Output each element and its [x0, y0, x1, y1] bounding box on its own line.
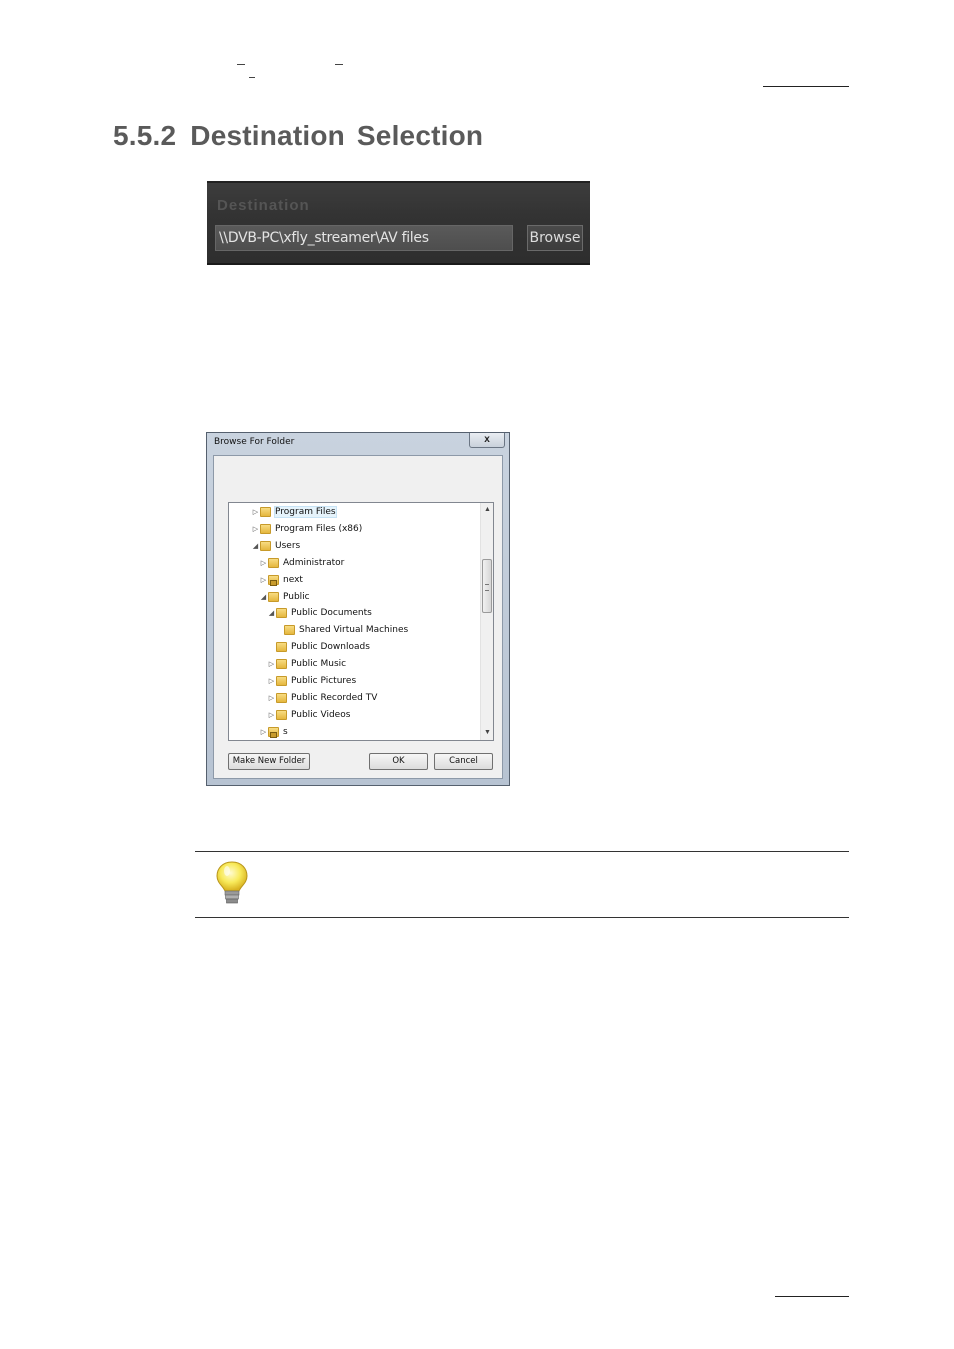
expand-arrow-icon[interactable]: ▷ — [267, 656, 276, 672]
tree-item[interactable]: ▷ Program Files — [251, 504, 337, 520]
folder-icon — [260, 523, 271, 534]
tree-item-label: Shared Virtual Machines — [299, 625, 409, 636]
folder-icon — [260, 507, 271, 517]
folder-icon — [284, 625, 295, 636]
folder-icon — [276, 709, 287, 720]
tree-item[interactable]: ▷ Administrator — [259, 555, 344, 571]
section-heading: 5.5.2 Destination Selection — [113, 120, 483, 152]
expand-arrow-icon[interactable]: ▷ — [259, 555, 268, 571]
grip-icon — [485, 584, 489, 591]
lightbulb-icon — [216, 861, 248, 904]
locked-folder-icon — [268, 726, 279, 738]
tree-item-label: Public Pictures — [291, 676, 357, 686]
scroll-up-icon[interactable]: ▲ — [481, 503, 493, 517]
destination-label: Destination — [217, 197, 310, 214]
ok-button[interactable]: OK — [369, 753, 428, 770]
tree-item[interactable]: ▷ Program Files (x86) — [251, 521, 362, 537]
locked-folder-icon — [268, 574, 279, 586]
tree-item[interactable]: ▷ s — [259, 724, 288, 740]
header-mark — [237, 64, 245, 65]
tree-item[interactable]: Public Downloads — [267, 639, 370, 655]
tree-item-label: Public Music — [291, 659, 347, 670]
scroll-thumb[interactable] — [482, 559, 492, 613]
tree-item-label: Program Files (x86) — [275, 523, 363, 534]
tree-item-label: Program Files — [274, 506, 337, 518]
tree-item-label: Public Downloads — [291, 642, 370, 653]
tree-item-label: Public Documents — [291, 608, 372, 619]
tree-item[interactable]: ◢ Public Documents — [267, 605, 372, 621]
folder-icon — [260, 540, 271, 551]
tree-item-label: Users — [275, 540, 301, 551]
folder-icon — [268, 557, 279, 568]
tree-scrollbar[interactable]: ▲ ▼ — [480, 503, 493, 740]
scroll-down-icon[interactable]: ▼ — [481, 726, 493, 740]
tree-item[interactable]: ▷ Public Recorded TV — [267, 690, 377, 706]
expand-arrow-icon[interactable]: ▷ — [267, 707, 276, 723]
section-title: Destination Selection — [190, 120, 484, 151]
collapse-arrow-icon[interactable]: ◢ — [259, 589, 268, 605]
expand-arrow-icon[interactable]: ▷ — [267, 673, 276, 689]
cancel-button[interactable]: Cancel — [434, 753, 493, 770]
expand-arrow-icon[interactable]: ▷ — [251, 521, 260, 537]
tip-rule-top — [195, 851, 849, 852]
folder-tree[interactable]: ▷ Program Files ▷ Program Files (x86) ◢ Users… — [228, 502, 494, 741]
tree-item[interactable]: ▷ Public Videos — [267, 707, 350, 723]
footer-rule — [775, 1296, 849, 1297]
expand-arrow-icon[interactable]: ▷ — [259, 572, 268, 588]
tree-item-label: Administrator — [283, 557, 345, 568]
tree-item[interactable]: ◢ Users — [251, 538, 300, 554]
tree-item-label: s — [283, 726, 288, 737]
expand-arrow-icon[interactable]: ▷ — [259, 724, 268, 740]
folder-icon — [268, 591, 279, 602]
tree-item[interactable]: Shared Virtual Machines — [275, 622, 408, 638]
expand-arrow-icon[interactable]: ▷ — [251, 504, 260, 520]
collapse-arrow-icon[interactable]: ◢ — [251, 538, 260, 554]
tip-rule-bottom — [195, 917, 849, 918]
section-number: 5.5.2 — [113, 120, 177, 151]
destination-path-field[interactable]: \\DVB-PC\xfly_streamer\AV files — [215, 225, 513, 251]
folder-icon — [276, 676, 287, 686]
tree-item-label: Public Videos — [291, 709, 351, 720]
destination-panel: Destination \\DVB-PC\xfly_streamer\AV fi… — [207, 181, 590, 265]
header-mark — [335, 64, 343, 65]
dialog-body: ▷ Program Files ▷ Program Files (x86) ◢ Users… — [213, 455, 503, 779]
tree-item-label: next — [283, 574, 303, 585]
header-mark — [249, 77, 255, 78]
tree-item[interactable]: ▷ Public Music — [267, 656, 346, 672]
browse-button[interactable]: Browse — [527, 225, 583, 251]
folder-tree-rows: ▷ Program Files ▷ Program Files (x86) ◢ Users… — [229, 503, 480, 740]
tree-item-label: Public — [283, 591, 310, 602]
tree-item[interactable]: ◢ Public — [259, 589, 310, 605]
folder-icon — [276, 692, 287, 703]
header-rule — [763, 86, 849, 87]
tree-item[interactable]: ▷ Public Pictures — [267, 673, 356, 689]
folder-icon — [276, 642, 287, 653]
folder-icon — [276, 608, 287, 619]
tree-item-label: Public Recorded TV — [291, 692, 378, 703]
close-icon[interactable]: x — [469, 433, 505, 448]
dialog-title: Browse For Folder — [214, 437, 295, 447]
collapse-arrow-icon[interactable]: ◢ — [267, 605, 276, 621]
folder-icon — [276, 659, 287, 670]
make-new-folder-button[interactable]: Make New Folder — [228, 753, 310, 770]
expand-arrow-icon[interactable]: ▷ — [267, 690, 276, 706]
browse-for-folder-dialog: Browse For Folder x ▷ Program Files ▷ Progr… — [206, 432, 510, 786]
tree-item[interactable]: ▷ next — [259, 572, 303, 588]
